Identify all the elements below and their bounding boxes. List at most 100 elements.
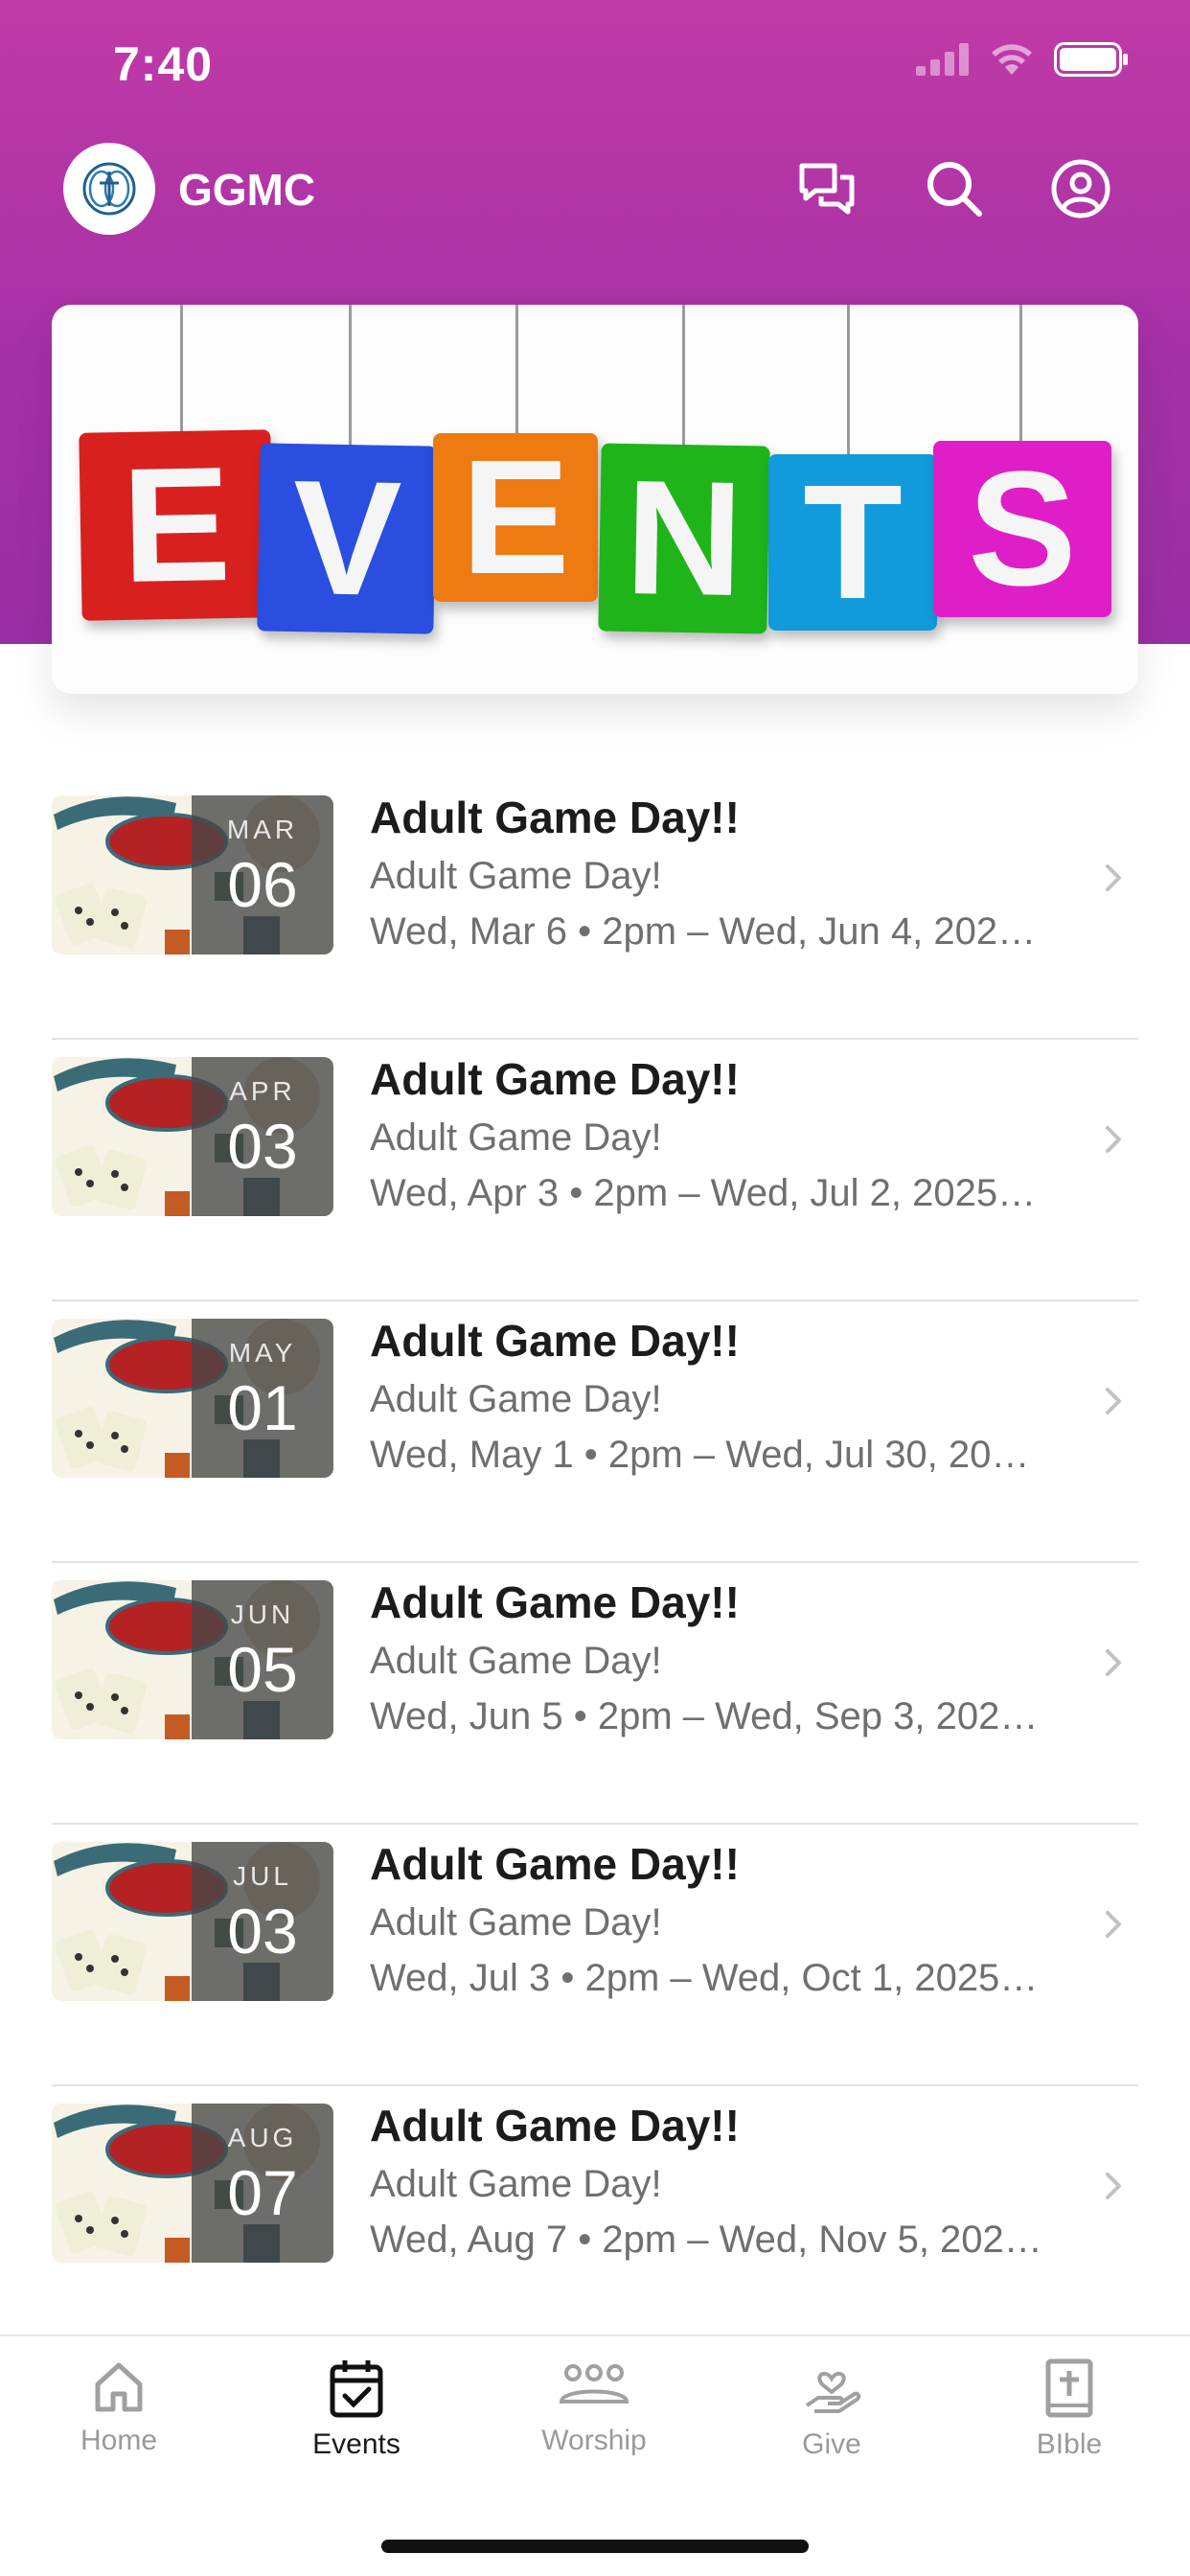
banner-letter: E: [461, 426, 570, 609]
badge-month: APR: [229, 1076, 296, 1106]
events-banner: E V E N T S: [52, 305, 1138, 694]
event-title: Adult Game Day!!: [370, 1054, 740, 1104]
date-badge: MAR 06: [192, 795, 333, 954]
logo-icon: [82, 162, 136, 216]
calendar-icon: [330, 2360, 383, 2418]
event-subtitle: Adult Game Day!: [370, 1378, 662, 1420]
tab-label: Home: [80, 2425, 158, 2456]
banner-string: [847, 305, 850, 458]
banner-string: [515, 305, 518, 439]
wifi-icon: [992, 44, 1032, 75]
give-hand-icon: [805, 2371, 861, 2413]
event-datetime: Wed, Jun 5 • 2pm – Wed, Sep 3, 202…: [370, 1695, 1039, 1737]
date-badge: JUN 05: [192, 1580, 333, 1739]
event-subtitle: Adult Game Day!: [370, 1901, 662, 1944]
profile-button[interactable]: [1046, 154, 1115, 223]
event-row[interactable]: JUL 03 Adult Game Day!! Adult Game Day! …: [52, 1825, 1138, 2086]
badge-day: 01: [227, 1372, 298, 1443]
battery-icon: [1054, 42, 1128, 77]
badge-day: 05: [227, 1634, 298, 1705]
messages-button[interactable]: [792, 154, 861, 223]
people-icon: [559, 2364, 629, 2404]
status-time: 7:40: [113, 37, 214, 91]
badge-month: MAY: [228, 1338, 297, 1368]
banner-letter: T: [803, 451, 903, 633]
badge-day: 03: [227, 1111, 298, 1182]
event-row[interactable]: APR 03 Adult Game Day!! Adult Game Day! …: [52, 1040, 1138, 1301]
banner-letter: N: [623, 446, 745, 632]
banner-letter-tile: T: [768, 451, 937, 633]
event-title: Adult Game Day!!: [370, 2101, 740, 2150]
event-title: Adult Game Day!!: [370, 1577, 740, 1627]
status-bar: 7:40: [0, 0, 1190, 134]
banner-letter-tile: E: [79, 429, 274, 621]
tab-bible[interactable]: BIble: [973, 2358, 1165, 2492]
event-datetime: Wed, Mar 6 • 2pm – Wed, Jun 4, 202…: [370, 910, 1037, 953]
event-row[interactable]: MAR 06 Adult Game Day!! Adult Game Day! …: [52, 778, 1138, 1040]
banner-letter-tile: E: [433, 426, 598, 609]
date-badge: MAY 01: [192, 1319, 333, 1478]
chevron-right-icon: [1106, 1126, 1121, 1153]
event-title: Adult Game Day!!: [370, 1316, 740, 1366]
banner-string: [682, 305, 685, 448]
tab-label: Give: [802, 2428, 861, 2460]
event-subtitle: Adult Game Day!: [370, 2163, 662, 2205]
badge-month: AUG: [227, 2123, 298, 2152]
tab-label: Worship: [541, 2425, 647, 2456]
search-icon: [927, 162, 982, 217]
event-subtitle: Adult Game Day!: [370, 1116, 662, 1159]
banner-string: [180, 305, 183, 439]
banner-letter: E: [120, 433, 233, 617]
event-datetime: Wed, Apr 3 • 2pm – Wed, Jul 2, 2025…: [370, 1172, 1037, 1214]
event-row[interactable]: MAY 01 Adult Game Day!! Adult Game Day! …: [52, 1301, 1138, 1563]
app-title: GGMC: [178, 165, 316, 215]
badge-day: 06: [227, 849, 298, 920]
badge-day: 03: [227, 1896, 298, 1966]
church-logo[interactable]: [63, 143, 155, 235]
profile-icon: [1051, 159, 1110, 218]
signal-icon: [916, 43, 969, 76]
tab-home[interactable]: Home: [23, 2358, 215, 2492]
bible-icon: [1045, 2358, 1093, 2418]
chevron-right-icon: [1106, 1388, 1121, 1414]
events-list: MAR 06 Adult Game Day!! Adult Game Day! …: [52, 778, 1138, 2348]
banner-letter: V: [290, 447, 403, 631]
search-button[interactable]: [920, 154, 989, 223]
home-icon: [95, 2362, 143, 2412]
tab-give[interactable]: Give: [736, 2358, 927, 2492]
date-badge: JUL 03: [192, 1842, 333, 2001]
banner-string: [349, 305, 352, 448]
status-icons: [916, 42, 1129, 77]
banner-letter-tile: V: [257, 443, 437, 634]
event-datetime: Wed, May 1 • 2pm – Wed, Jul 30, 20…: [370, 1434, 1030, 1476]
banner-letter: S: [968, 438, 1077, 620]
event-subtitle: Adult Game Day!: [370, 1640, 662, 1682]
badge-month: MAR: [226, 815, 299, 844]
date-badge: APR 03: [192, 1057, 333, 1216]
chevron-right-icon: [1106, 864, 1121, 891]
home-indicator: [381, 2540, 809, 2553]
chevron-right-icon: [1106, 1911, 1121, 1938]
tab-events[interactable]: Events: [261, 2358, 452, 2492]
event-row[interactable]: AUG 07 Adult Game Day!! Adult Game Day! …: [52, 2086, 1138, 2348]
badge-day: 07: [227, 2157, 298, 2228]
chat-icon: [799, 163, 855, 215]
chevron-right-icon: [1106, 1649, 1121, 1676]
tab-label: BIble: [1036, 2428, 1103, 2460]
event-row[interactable]: JUN 05 Adult Game Day!! Adult Game Day! …: [52, 1563, 1138, 1825]
event-subtitle: Adult Game Day!: [370, 855, 662, 897]
chevron-right-icon: [1106, 2173, 1121, 2199]
tab-label: Events: [312, 2428, 400, 2460]
event-datetime: Wed, Aug 7 • 2pm – Wed, Nov 5, 202…: [370, 2219, 1042, 2261]
event-title: Adult Game Day!!: [370, 793, 740, 842]
banner-letter-tile: N: [598, 443, 770, 634]
badge-month: JUN: [230, 1599, 295, 1629]
event-title: Adult Game Day!!: [370, 1839, 740, 1889]
banner-letter-tile: S: [933, 438, 1111, 620]
tab-worship[interactable]: Worship: [498, 2358, 690, 2492]
event-datetime: Wed, Jul 3 • 2pm – Wed, Oct 1, 2025…: [370, 1957, 1039, 1999]
app-header: GGMC: [0, 139, 1190, 244]
banner-string: [1019, 305, 1022, 448]
badge-month: JUL: [233, 1861, 292, 1891]
date-badge: AUG 07: [192, 2104, 333, 2263]
